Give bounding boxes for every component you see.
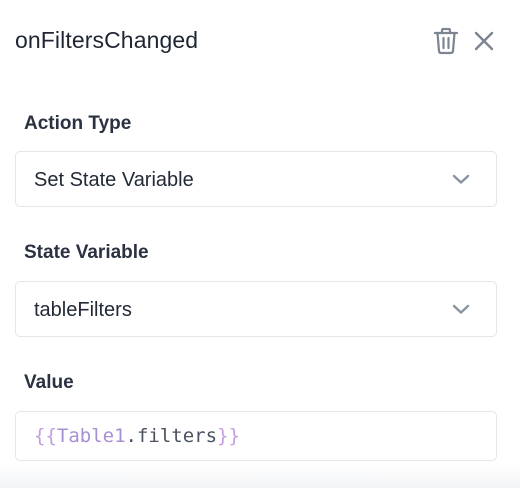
action-type-label: Action Type — [24, 113, 132, 134]
template-open-braces: {{ — [34, 425, 57, 447]
event-handler-panel: onFiltersChanged Action Type Set State V… — [0, 0, 520, 488]
panel-title: onFiltersChanged — [15, 27, 199, 53]
template-property: filters — [136, 425, 218, 447]
action-type-select[interactable]: Set State Variable — [15, 151, 497, 207]
scroll-fade — [0, 462, 520, 488]
trash-icon[interactable] — [433, 27, 459, 55]
state-variable-select[interactable]: tableFilters — [15, 281, 497, 337]
action-type-value: Set State Variable — [34, 169, 194, 191]
value-label: Value — [24, 372, 74, 393]
chevron-down-icon — [452, 172, 470, 184]
state-variable-value: tableFilters — [34, 299, 132, 321]
state-variable-label: State Variable — [24, 242, 149, 263]
close-icon[interactable] — [473, 30, 495, 52]
template-close-braces: }} — [217, 425, 240, 447]
value-code-input[interactable]: {{Table1.filters}} — [15, 411, 497, 461]
template-identifier: Table1 — [56, 425, 126, 447]
template-dot: . — [125, 425, 137, 447]
chevron-down-icon — [452, 302, 470, 314]
panel-header: onFiltersChanged — [0, 0, 520, 80]
